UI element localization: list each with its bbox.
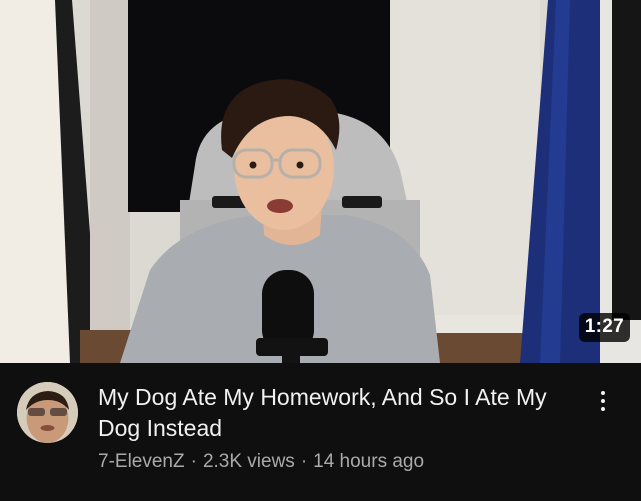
video-meta: My Dog Ate My Homework, And So I Ate My … — [0, 363, 641, 501]
dot — [601, 407, 605, 411]
separator: · — [300, 451, 308, 472]
dot — [601, 391, 605, 395]
dot — [601, 399, 605, 403]
video-card[interactable]: 1:27 My Dog Ate My Homework, And So I At… — [0, 0, 641, 501]
view-count: 2.3K views — [202, 451, 295, 472]
thumbnail-image — [0, 0, 641, 363]
duration-badge: 1:27 — [578, 313, 630, 342]
more-vert-icon[interactable] — [590, 386, 616, 416]
channel-avatar[interactable] — [17, 382, 78, 443]
upload-age: 14 hours ago — [313, 451, 425, 472]
channel-avatar-image — [17, 382, 78, 443]
separator: · — [190, 451, 197, 472]
channel-name[interactable]: 7-ElevenZ — [98, 451, 185, 472]
video-title[interactable]: My Dog Ate My Homework, And So I Ate My … — [98, 382, 568, 444]
video-subline: 7-ElevenZ · 2.3K views · 14 hours ago — [98, 450, 568, 474]
video-thumbnail[interactable]: 1:27 — [0, 0, 641, 363]
